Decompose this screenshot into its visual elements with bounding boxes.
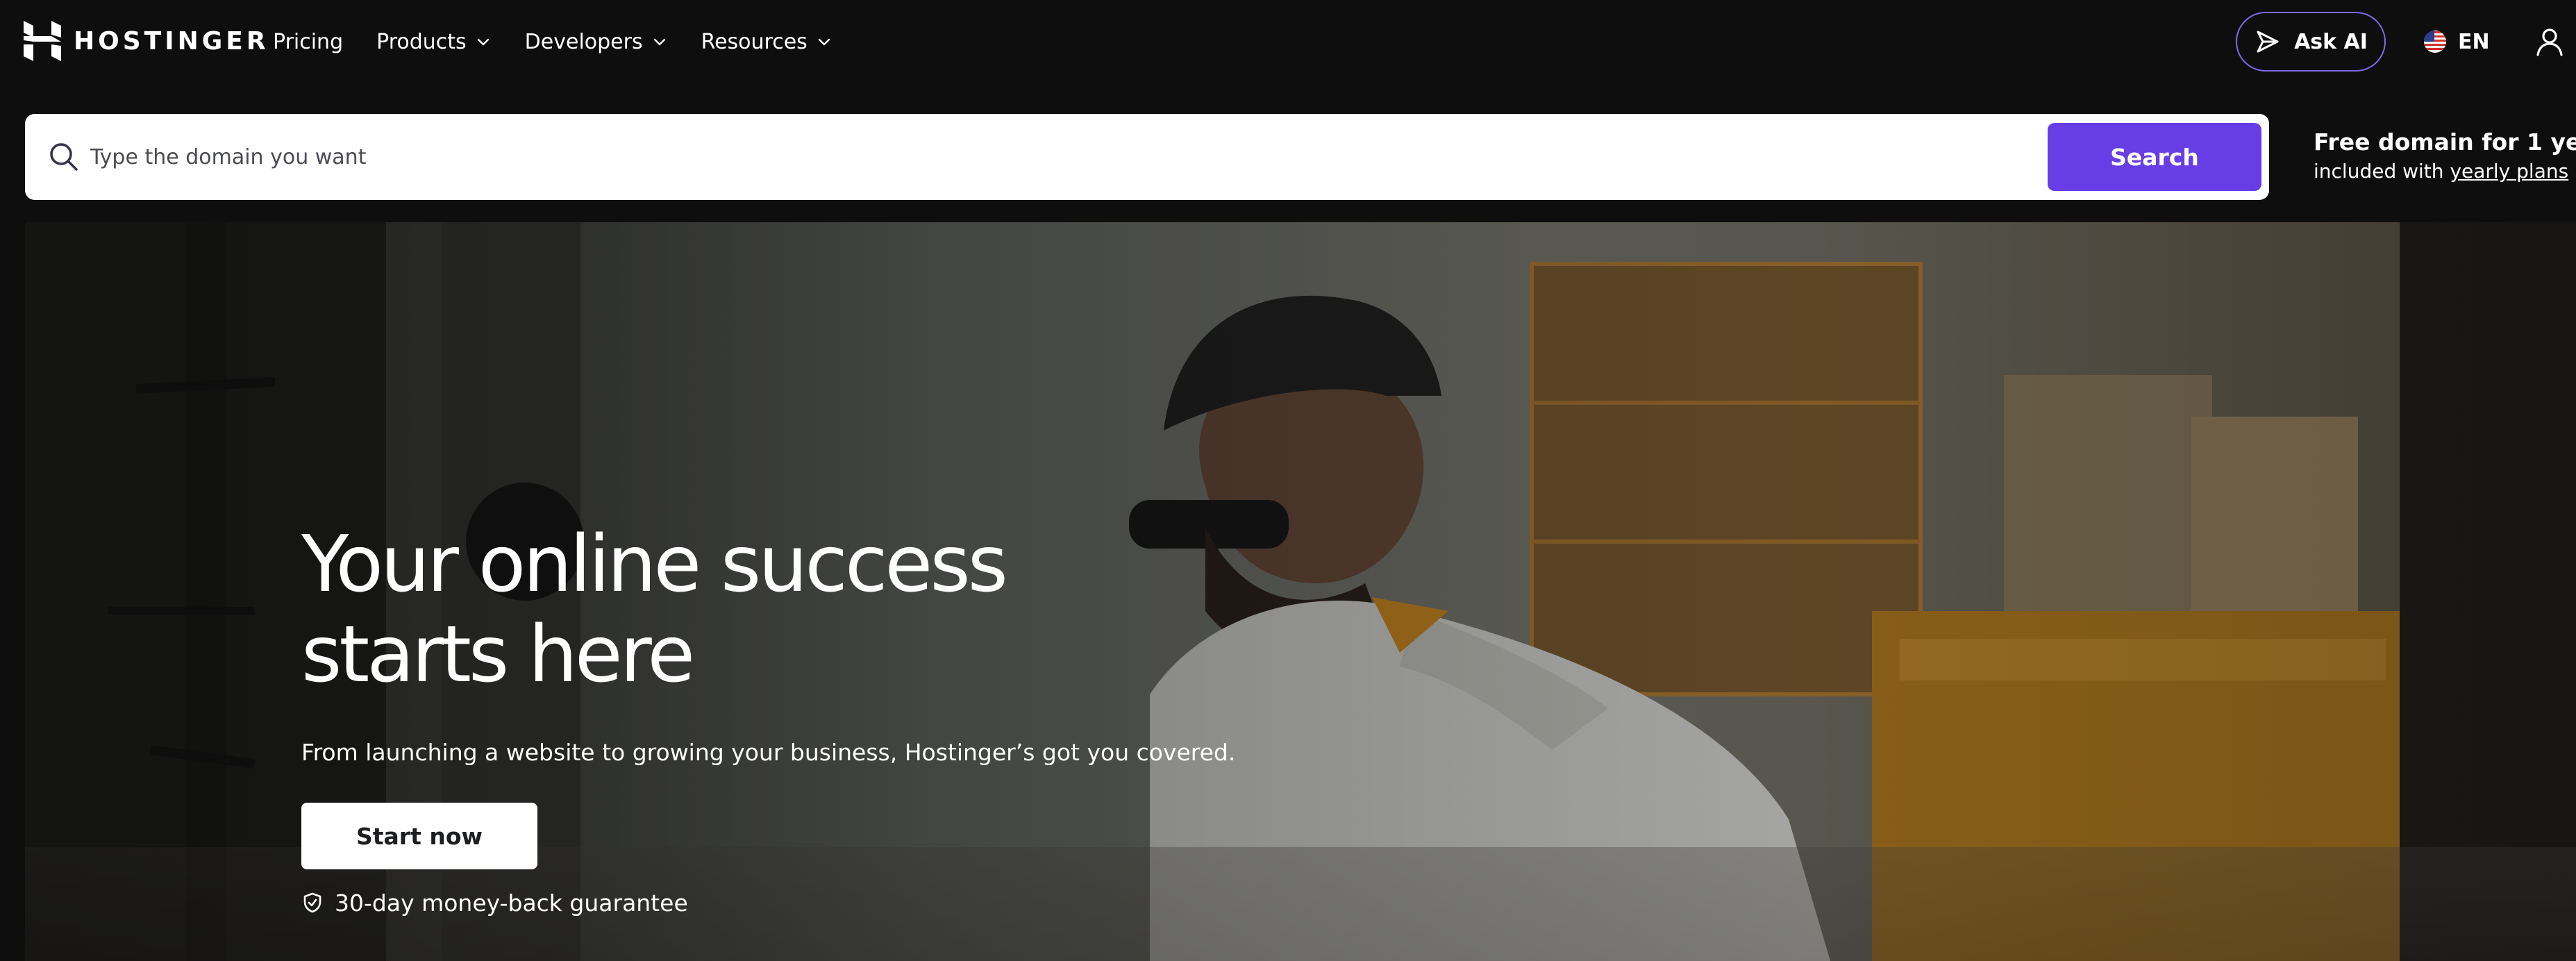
nav-item-pricing[interactable]: Pricing <box>273 30 343 54</box>
nav-item-products[interactable]: Products <box>376 30 492 54</box>
top-navigation: HOSTINGER Pricing Products Developers Re… <box>0 0 2576 82</box>
search-icon <box>50 143 78 171</box>
language-selector[interactable]: EN <box>2423 25 2490 58</box>
hostinger-logo-icon <box>24 21 61 61</box>
hero-headline: Your online success starts here <box>301 519 1008 700</box>
nav-item-label: Products <box>376 29 467 54</box>
free-domain-promo: Free domain for 1 year included with yea… <box>2314 127 2576 185</box>
ask-ai-button[interactable]: Ask AI <box>2236 12 2386 72</box>
language-label: EN <box>2458 29 2490 54</box>
guarantee-text: 30-day money-back guarantee <box>335 889 688 917</box>
nav-item-label: Resources <box>701 29 808 54</box>
search-button[interactable]: Search <box>2048 123 2261 191</box>
promo-subtitle-text: included with <box>2314 160 2450 183</box>
money-back-guarantee: 30-day money-back guarantee <box>301 887 688 918</box>
main-menu: Pricing Products Developers Resources <box>273 25 866 58</box>
promo-subtitle: included with yearly plans <box>2314 158 2570 185</box>
ai-sparkle-icon <box>2257 31 2279 53</box>
account-button[interactable] <box>2534 26 2565 57</box>
domain-search-bar: Search <box>25 114 2269 200</box>
nav-item-label: Developers <box>524 29 643 54</box>
yearly-plans-link[interactable]: yearly plans <box>2450 160 2568 183</box>
hero-subheadline: From launching a website to growing your… <box>301 739 1236 766</box>
us-flag-icon <box>2424 31 2446 53</box>
shield-check-icon <box>303 892 321 913</box>
start-now-button[interactable]: Start now <box>301 803 537 869</box>
domain-search-input[interactable] <box>90 136 2034 178</box>
nav-item-resources[interactable]: Resources <box>701 30 833 54</box>
brand-name: HOSTINGER <box>74 26 269 56</box>
chevron-down-icon <box>653 38 665 46</box>
promo-title: Free domain for 1 year <box>2314 128 2576 156</box>
hero-section: Your online success starts here From lau… <box>25 222 2576 961</box>
chevron-down-icon <box>477 38 489 46</box>
user-icon <box>2536 28 2563 56</box>
nav-item-label: Pricing <box>273 29 344 54</box>
brand-logo-link[interactable]: HOSTINGER <box>24 21 269 61</box>
ask-ai-label: Ask AI <box>2294 29 2368 54</box>
nav-item-developers[interactable]: Developers <box>525 30 668 54</box>
chevron-down-icon <box>818 38 830 46</box>
